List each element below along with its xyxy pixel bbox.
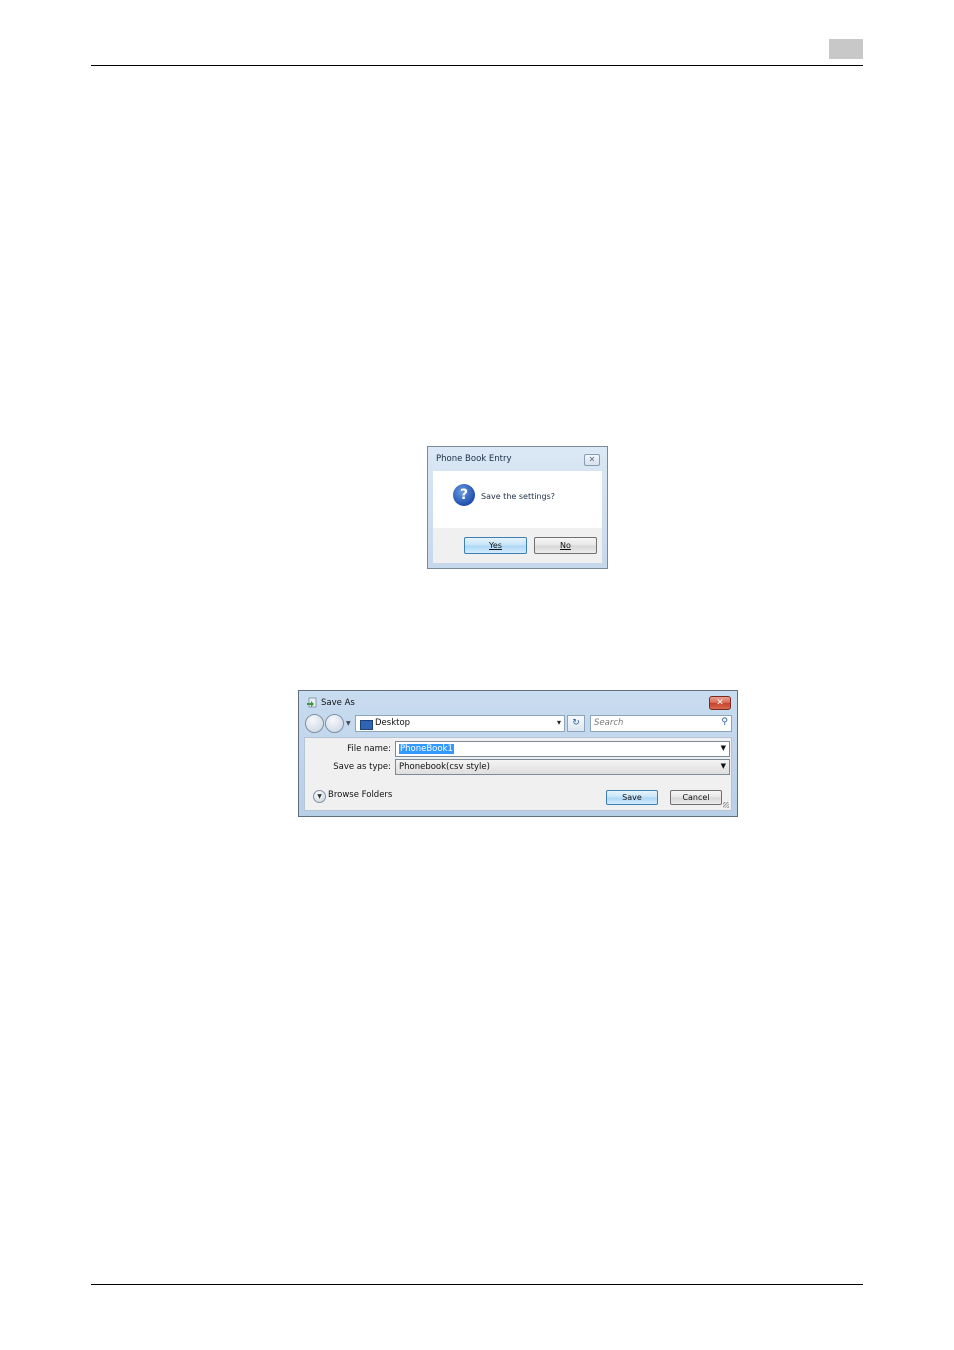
phone-book-entry-dialog: Phone Book Entry ✕ ? Save the settings? … [427,446,608,569]
save-button[interactable]: Save [606,790,658,805]
close-button[interactable]: ✕ [584,454,600,466]
navigation-buttons [305,714,345,733]
dialog-footer: Yes No [433,528,602,563]
address-bar[interactable]: Desktop ▾ [355,715,565,732]
save-options-panel: File name: PhoneBook1 ▼ Save as type: Ph… [304,737,732,811]
chevron-down-icon[interactable]: ▼ [721,762,726,770]
save-type-select[interactable]: Phonebook(csv style) ▼ [395,759,730,775]
resize-grip[interactable] [723,802,729,808]
dialog-message: Save the settings? [481,492,555,501]
save-type-value: Phonebook(csv style) [399,762,490,772]
header-rule [91,65,863,66]
chevron-down-icon[interactable]: ▾ [557,718,561,727]
back-button[interactable] [305,714,324,733]
page-number-box [829,39,863,59]
refresh-icon: ↻ [572,718,580,728]
yes-button[interactable]: Yes [464,537,527,554]
file-name-field[interactable]: PhoneBook1 ▼ [395,741,730,757]
recent-pages-dropdown-icon[interactable]: ▼ [346,720,351,727]
save-type-label: Save as type: [333,762,391,772]
dialog-title: Phone Book Entry [436,454,512,464]
save-as-dialog: Save As ✕ ▼ Desktop ▾ ↻ Search ⚲ File na… [298,690,738,817]
close-button[interactable]: ✕ [709,696,731,710]
file-name-value: PhoneBook1 [399,744,454,754]
question-icon: ? [453,484,475,506]
dialog-body: ? Save the settings? [433,471,602,528]
no-button[interactable]: No [534,537,597,554]
search-placeholder: Search [594,718,624,728]
save-as-icon [307,697,317,708]
refresh-button[interactable]: ↻ [567,715,585,732]
yes-button-label: Yes [489,541,502,550]
expand-icon: ▼ [313,790,326,803]
browse-folders-label: Browse Folders [328,790,393,800]
desktop-icon [360,720,373,730]
chevron-down-icon[interactable]: ▼ [721,744,726,752]
dialog-titlebar: Phone Book Entry ✕ [428,447,607,471]
search-icon[interactable]: ⚲ [721,717,728,727]
address-location: Desktop [375,718,411,728]
forward-button[interactable] [325,714,344,733]
file-name-label: File name: [347,744,391,754]
no-button-label: No [560,541,571,550]
search-input[interactable]: Search ⚲ [590,715,732,732]
cancel-button[interactable]: Cancel [670,790,722,805]
dialog-title: Save As [321,698,355,708]
footer-rule [91,1284,863,1285]
